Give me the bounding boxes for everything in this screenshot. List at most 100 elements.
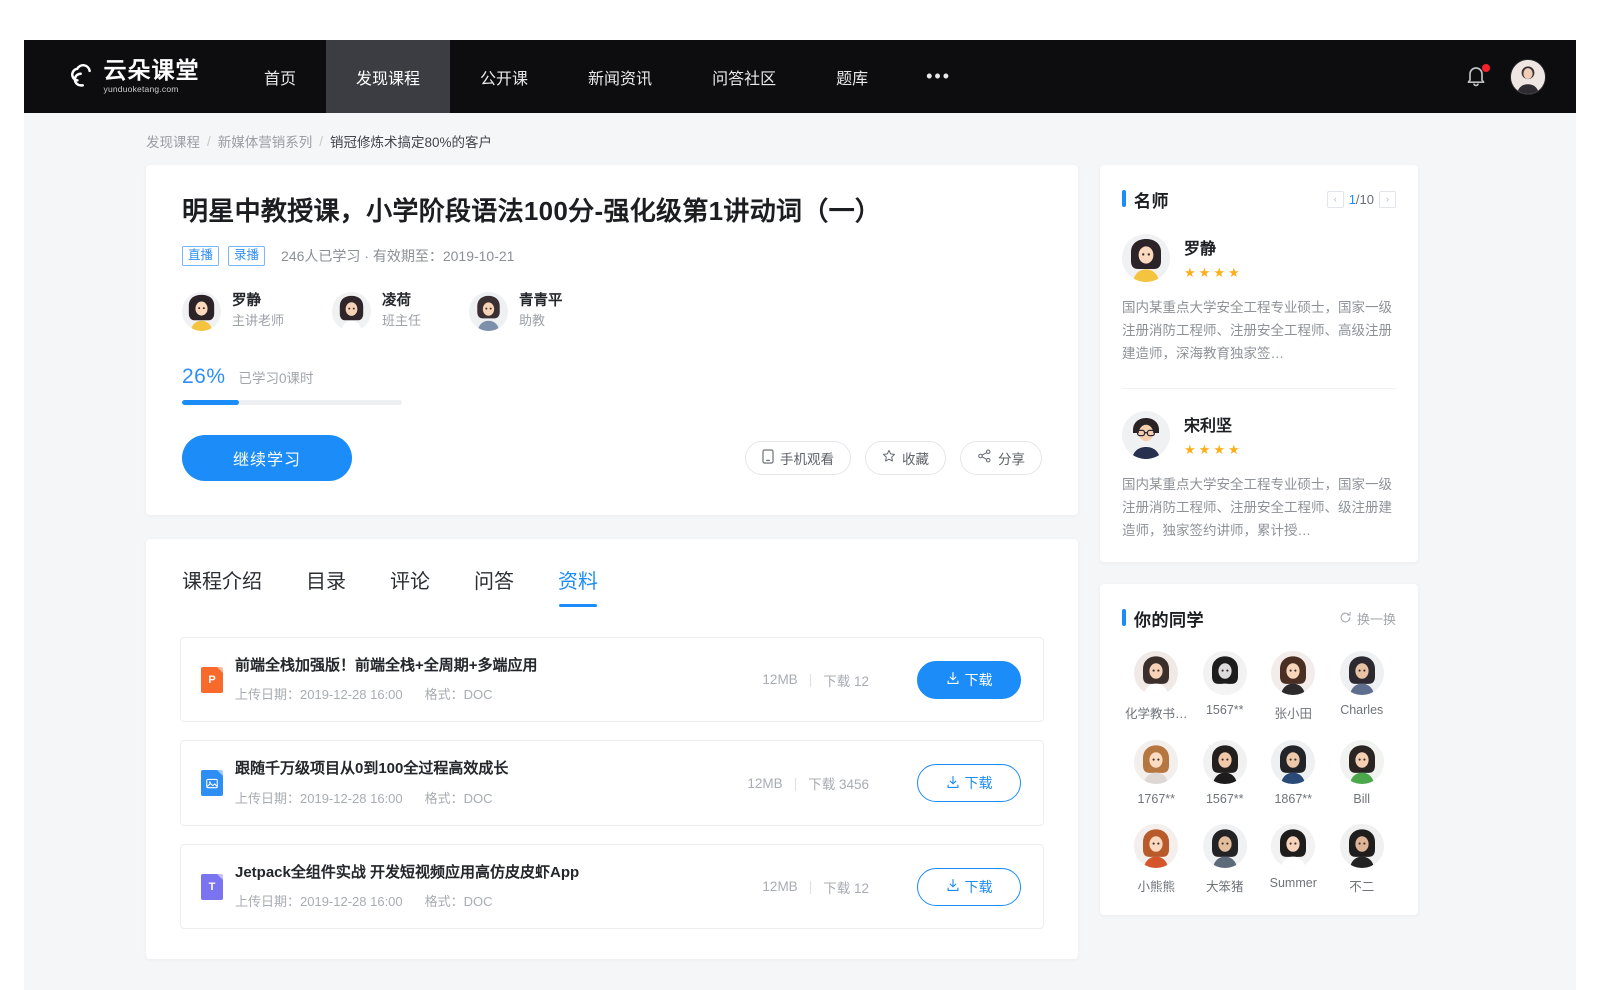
avatar: [1340, 824, 1384, 868]
course-action-row: 继续学习 手机观看: [182, 435, 1042, 481]
star-icon: ★: [1199, 442, 1211, 458]
tab-materials[interactable]: 资料: [558, 565, 598, 611]
classmate-item[interactable]: 化学教书…: [1122, 651, 1191, 722]
brand-name-en: yunduoketang.com: [104, 85, 200, 94]
breadcrumb-item-1[interactable]: 发现课程: [146, 131, 200, 151]
teacher-role: 助教: [519, 312, 563, 331]
tab-qa[interactable]: 问答: [474, 565, 514, 611]
tab-comments[interactable]: 评论: [390, 565, 430, 611]
classmate-name: Charles: [1340, 703, 1383, 717]
classmate-item[interactable]: 1867**: [1259, 740, 1328, 806]
divider: [1122, 388, 1396, 389]
progress-bar: [182, 400, 402, 405]
star-icon: ★: [1213, 442, 1225, 458]
teacher-name: 罗静: [232, 292, 284, 312]
avatar: [1271, 651, 1315, 695]
list-item[interactable]: 跟随千万级项目从0到100全过程高效成长 上传日期：2019-12-28 16:…: [180, 740, 1044, 826]
classmate-item[interactable]: 小熊熊: [1122, 824, 1191, 895]
breadcrumb-item-2[interactable]: 新媒体营销系列: [218, 131, 313, 151]
progress-learned-label: 已学习0课时: [239, 367, 314, 387]
star-icon: ★: [1213, 265, 1225, 281]
course-teacher[interactable]: 青青平 助教: [469, 292, 563, 331]
materials-list: P 前端全栈加强版！前端全栈+全周期+多端应用 上传日期：2019-12-28 …: [146, 611, 1078, 930]
file-title: 跟随千万级项目从0到100全过程高效成长: [235, 759, 747, 779]
stats-divider: |: [794, 776, 798, 791]
teacher-entry[interactable]: 罗静 ★★★★ 国内某重点大学安全工程专业硕士，国家一级注册消防工程师、注册安全…: [1122, 234, 1396, 366]
tab-catalog[interactable]: 目录: [306, 565, 346, 611]
classmate-item[interactable]: 不二: [1328, 824, 1397, 895]
share-button[interactable]: 分享: [960, 441, 1042, 475]
classmates-grid: 化学教书…1567**张小田Charles1767**1567**1867**B…: [1122, 651, 1396, 895]
mobile-watch-button[interactable]: 手机观看: [745, 441, 851, 475]
share-icon: [977, 449, 992, 466]
teacher-entry[interactable]: 宋利坚 ★★★★ 国内某重点大学安全工程专业硕士，国家一级注册消防工程师、注册安…: [1122, 411, 1396, 543]
download-button[interactable]: 下载: [917, 868, 1021, 906]
classmate-name: 化学教书…: [1125, 703, 1188, 722]
course-teacher[interactable]: 罗静 主讲老师: [182, 292, 284, 331]
course-meta-row: 直播 录播 246人已学习 · 有效期至：2019-10-21: [182, 246, 1042, 266]
avatar: [1271, 824, 1315, 868]
download-button[interactable]: 下载: [917, 661, 1021, 699]
file-download-count: 下载 12: [823, 670, 869, 690]
panel-title-teachers: 名师: [1122, 187, 1169, 212]
refresh-label: 换一换: [1357, 609, 1396, 628]
refresh-icon: [1339, 611, 1352, 627]
file-stats: 12MB | 下载 12: [762, 877, 869, 897]
continue-learning-button[interactable]: 继续学习: [182, 435, 352, 481]
classmate-item[interactable]: Bill: [1328, 740, 1397, 806]
tab-course-intro[interactable]: 课程介绍: [182, 565, 262, 611]
classmate-item[interactable]: 大笨猪: [1191, 824, 1260, 895]
share-label: 分享: [998, 448, 1025, 468]
file-icon-letter: P: [208, 674, 215, 686]
file-upload-date: 上传日期：2019-12-28 16:00: [235, 684, 403, 703]
brand-logo[interactable]: 云朵课堂 yunduoketang.com: [24, 40, 234, 113]
breadcrumb-item-current: 销冠修炼术搞定80%的客户: [330, 131, 492, 151]
mobile-watch-label: 手机观看: [780, 448, 834, 468]
nav-item-question-bank[interactable]: 题库: [806, 40, 898, 113]
bell-icon[interactable]: [1464, 64, 1488, 90]
nav-item-more[interactable]: •••: [898, 40, 979, 113]
classmate-item[interactable]: Charles: [1328, 651, 1397, 722]
refresh-classmates-button[interactable]: 换一换: [1339, 609, 1396, 628]
nav-item-discover-courses[interactable]: 发现课程: [326, 40, 450, 113]
classmate-item[interactable]: 1767**: [1122, 740, 1191, 806]
download-icon: [946, 775, 960, 792]
classmate-name: 1867**: [1274, 792, 1312, 806]
chevron-left-icon[interactable]: ‹: [1327, 191, 1344, 208]
list-item[interactable]: P 前端全栈加强版！前端全栈+全周期+多端应用 上传日期：2019-12-28 …: [180, 637, 1044, 723]
classmate-name: 1567**: [1206, 792, 1244, 806]
download-button[interactable]: 下载: [917, 764, 1021, 802]
course-teacher[interactable]: 凌荷 班主任: [332, 292, 421, 331]
star-icon: ★: [1184, 265, 1196, 281]
nav-item-qa-community[interactable]: 问答社区: [682, 40, 806, 113]
file-format: 格式：DOC: [425, 891, 493, 910]
list-item[interactable]: T Jetpack全组件实战 开发短视频应用高仿皮皮虾App 上传日期：2019…: [180, 844, 1044, 930]
nav-item-home[interactable]: 首页: [234, 40, 326, 113]
avatar[interactable]: [1510, 59, 1546, 95]
notification-badge: [1482, 64, 1490, 72]
file-download-count: 下载 3456: [808, 773, 869, 793]
breadcrumb-separator: /: [207, 134, 211, 149]
classmate-item[interactable]: Summer: [1259, 824, 1328, 895]
file-title: 前端全栈加强版！前端全栈+全周期+多端应用: [235, 656, 762, 676]
classmate-item[interactable]: 1567**: [1191, 651, 1260, 722]
star-icon: ★: [1228, 442, 1240, 458]
stats-divider: |: [809, 879, 813, 894]
teacher-role: 主讲老师: [232, 312, 284, 331]
favorite-button[interactable]: 收藏: [865, 441, 946, 475]
teacher-name: 青青平: [519, 292, 563, 312]
pager-label: 1/10: [1349, 192, 1374, 207]
course-header-card: 明星中教授课，小学阶段语法100分-强化级第1讲动词（一） 直播 录播 246人…: [146, 165, 1078, 515]
nav-item-public-class[interactable]: 公开课: [450, 40, 558, 113]
avatar: [332, 292, 371, 331]
chevron-right-icon[interactable]: ›: [1379, 191, 1396, 208]
stats-divider: |: [809, 672, 813, 687]
app-frame: 云朵课堂 yunduoketang.com 首页 发现课程 公开课 新闻资讯 问…: [24, 40, 1576, 990]
file-size: 12MB: [762, 672, 797, 687]
classmate-name: Summer: [1270, 876, 1317, 890]
classmate-item[interactable]: 张小田: [1259, 651, 1328, 722]
sidebar-column: 名师 ‹ 1/10 ›: [1100, 165, 1418, 915]
classmate-item[interactable]: 1567**: [1191, 740, 1260, 806]
nav-item-news[interactable]: 新闻资讯: [558, 40, 682, 113]
classmate-name: 1767**: [1137, 792, 1175, 806]
